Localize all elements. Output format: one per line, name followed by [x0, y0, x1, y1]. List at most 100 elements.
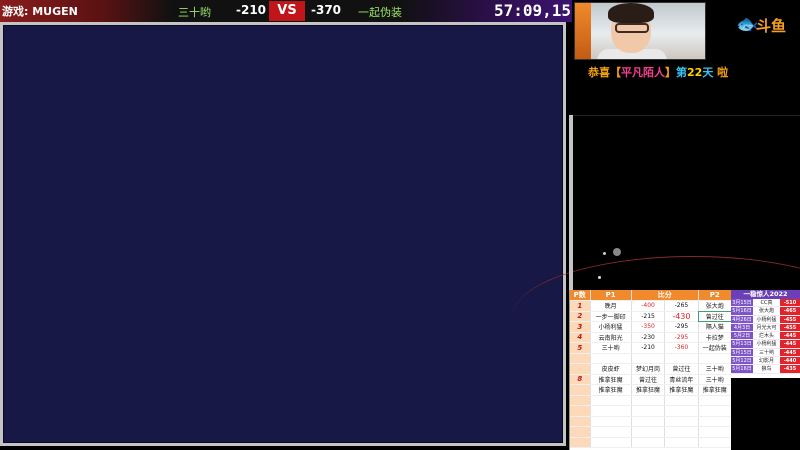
leaderboard-row: 5月15日 三十哟 -445	[731, 348, 800, 358]
game-screen[interactable]	[3, 25, 563, 443]
table-row: 1 晚月 -400 -265 张大炮	[570, 300, 733, 312]
p1-score	[631, 405, 666, 417]
p1-score	[631, 416, 666, 427]
congrats-banner: 恭喜【平凡陌人】第22天 啦	[588, 64, 728, 80]
leaderboard-date: 5月13日	[731, 340, 753, 348]
leaderboard-date: 4月3日	[731, 323, 753, 332]
table-row	[570, 395, 733, 406]
p2-score: 青丝流年	[664, 374, 699, 385]
p2-score	[664, 437, 699, 448]
p1-score: -215	[631, 311, 666, 322]
table-row: 推拿狂魔 推拿狂魔 推拿狂魔 推拿狂魔	[570, 384, 733, 396]
p1-name: 三十哟	[590, 342, 632, 354]
leaderboard-row: 5月12日 幻影月 -440	[731, 357, 800, 366]
p1-name	[590, 416, 632, 427]
p1-name	[590, 426, 632, 438]
p1-score: -350	[631, 321, 666, 333]
webcam-streamer-glasses	[615, 23, 649, 33]
round-score-table: P数 P1 比分 P2 1 晚月 -400 -265 张大炮 2 一步一脚印 -…	[569, 290, 733, 450]
header-p2: P2	[698, 290, 733, 301]
round-number	[570, 416, 591, 427]
leaderboard-score: -455	[780, 323, 800, 332]
player2-score: -370	[311, 3, 342, 17]
score-table: P数 P1 比分 P2 1 晚月 -400 -265 张大炮 2 一步一脚印 -…	[570, 290, 733, 448]
p2-score	[664, 395, 699, 406]
leaderboard-name: 烂木头	[758, 333, 774, 340]
congrats-day-suffix: 天	[702, 66, 714, 79]
game-label: 游戏: MUGEN	[2, 5, 78, 18]
player2-name: 一起伪装	[358, 6, 402, 19]
round-number	[570, 437, 591, 448]
table-row: 2 一步一脚印 -215 -430 曾过往	[570, 311, 733, 322]
leaderboard-date: 4月26日	[731, 315, 753, 323]
p2-score	[664, 405, 699, 417]
p2-score	[664, 416, 699, 427]
leaderboard-date: 5月12日	[731, 357, 753, 365]
leaderboard-score: -440	[780, 357, 800, 365]
p1-name: 一步一脚印	[590, 311, 632, 322]
p2-score: 曾过往	[664, 363, 699, 375]
p2-name: 三十哟	[698, 374, 733, 385]
vs-badge: VS	[269, 1, 305, 21]
round-number: 1	[570, 300, 591, 312]
p2-name: 三十哟	[698, 363, 733, 375]
p2-name: 推拿狂魔	[698, 384, 733, 396]
leaderboard-name: 月光大可	[756, 324, 777, 331]
p2-score: -360	[664, 342, 699, 354]
leaderboard-row: 5月16日 张大炮 -465	[731, 307, 800, 316]
p2-score: -295	[664, 321, 699, 333]
player1-name: 三十哟	[178, 6, 211, 19]
leaderboard-date: 5月16日	[731, 307, 753, 315]
round-number: 4	[570, 332, 591, 343]
leaderboard-date: 5月16日	[731, 365, 753, 373]
p2-name: 张大炮	[698, 300, 733, 312]
match-score-bar: 游戏: MUGEN 三十哟 -210 VS -370 一起伪装 57:09,15	[0, 0, 572, 22]
table-row: 皮皮虾 梦幻月岗 曾过往 三十哟	[570, 363, 733, 375]
header-score: 比分	[631, 290, 699, 301]
header-round: P数	[570, 290, 591, 301]
leaderboard-title: 一稳惊人2022	[731, 290, 800, 299]
leaderboard-row: 4月26日 小杨利猛 -455	[731, 315, 800, 324]
round-number	[570, 395, 591, 406]
leaderboard-score: -445	[780, 340, 800, 348]
leaderboard-row: 5月16日 狼鸟 -435	[731, 365, 800, 374]
leaderboard-score: -455	[780, 315, 800, 323]
leaderboard-score: -445	[780, 348, 800, 357]
leaderboard-date: 5月15日	[731, 348, 753, 357]
p2-name	[698, 416, 733, 427]
radar-panel	[513, 115, 800, 290]
p1-name: 云南阳光	[590, 332, 632, 343]
round-number: 3	[570, 321, 591, 333]
table-row: 3 小杨利猛 -350 -295 隔人猫	[570, 321, 733, 333]
table-row	[570, 416, 733, 427]
p2-name	[698, 405, 733, 417]
leaderboard-row: 5月2日 烂木头 -445	[731, 332, 800, 341]
p1-score: -230	[631, 332, 666, 343]
table-row	[570, 437, 733, 448]
p2-name: 卡拉梦	[698, 332, 733, 343]
p1-name	[590, 405, 632, 417]
p2-name	[698, 426, 733, 438]
leaderboard-score: -510	[780, 299, 800, 307]
p1-score	[631, 426, 666, 438]
round-number: 5	[570, 342, 591, 354]
round-number: 2	[570, 311, 591, 322]
p1-score: -210	[631, 342, 666, 354]
round-number	[570, 426, 591, 438]
table-row	[570, 353, 733, 364]
douyu-logo-text: 斗鱼	[756, 17, 787, 35]
player1-score: -210	[236, 3, 267, 17]
radar-dot	[613, 248, 621, 256]
congrats-suffix: 啦	[713, 66, 729, 79]
p2-name	[698, 353, 733, 364]
douyu-logo: 🐟 斗鱼	[736, 12, 792, 36]
p2-name	[698, 395, 733, 406]
p1-score	[631, 437, 666, 448]
p1-name: 皮皮虾	[590, 363, 632, 375]
webcam-streamer-hair	[608, 3, 654, 23]
leaderboard-row: 5月13日 小杨利猛 -445	[731, 340, 800, 349]
leaderboard-date: 5月2日	[731, 332, 753, 340]
leaderboard-date: 3月15日	[731, 299, 753, 307]
p2-name: 曾过往	[698, 311, 733, 322]
webcam-feed	[574, 2, 706, 60]
